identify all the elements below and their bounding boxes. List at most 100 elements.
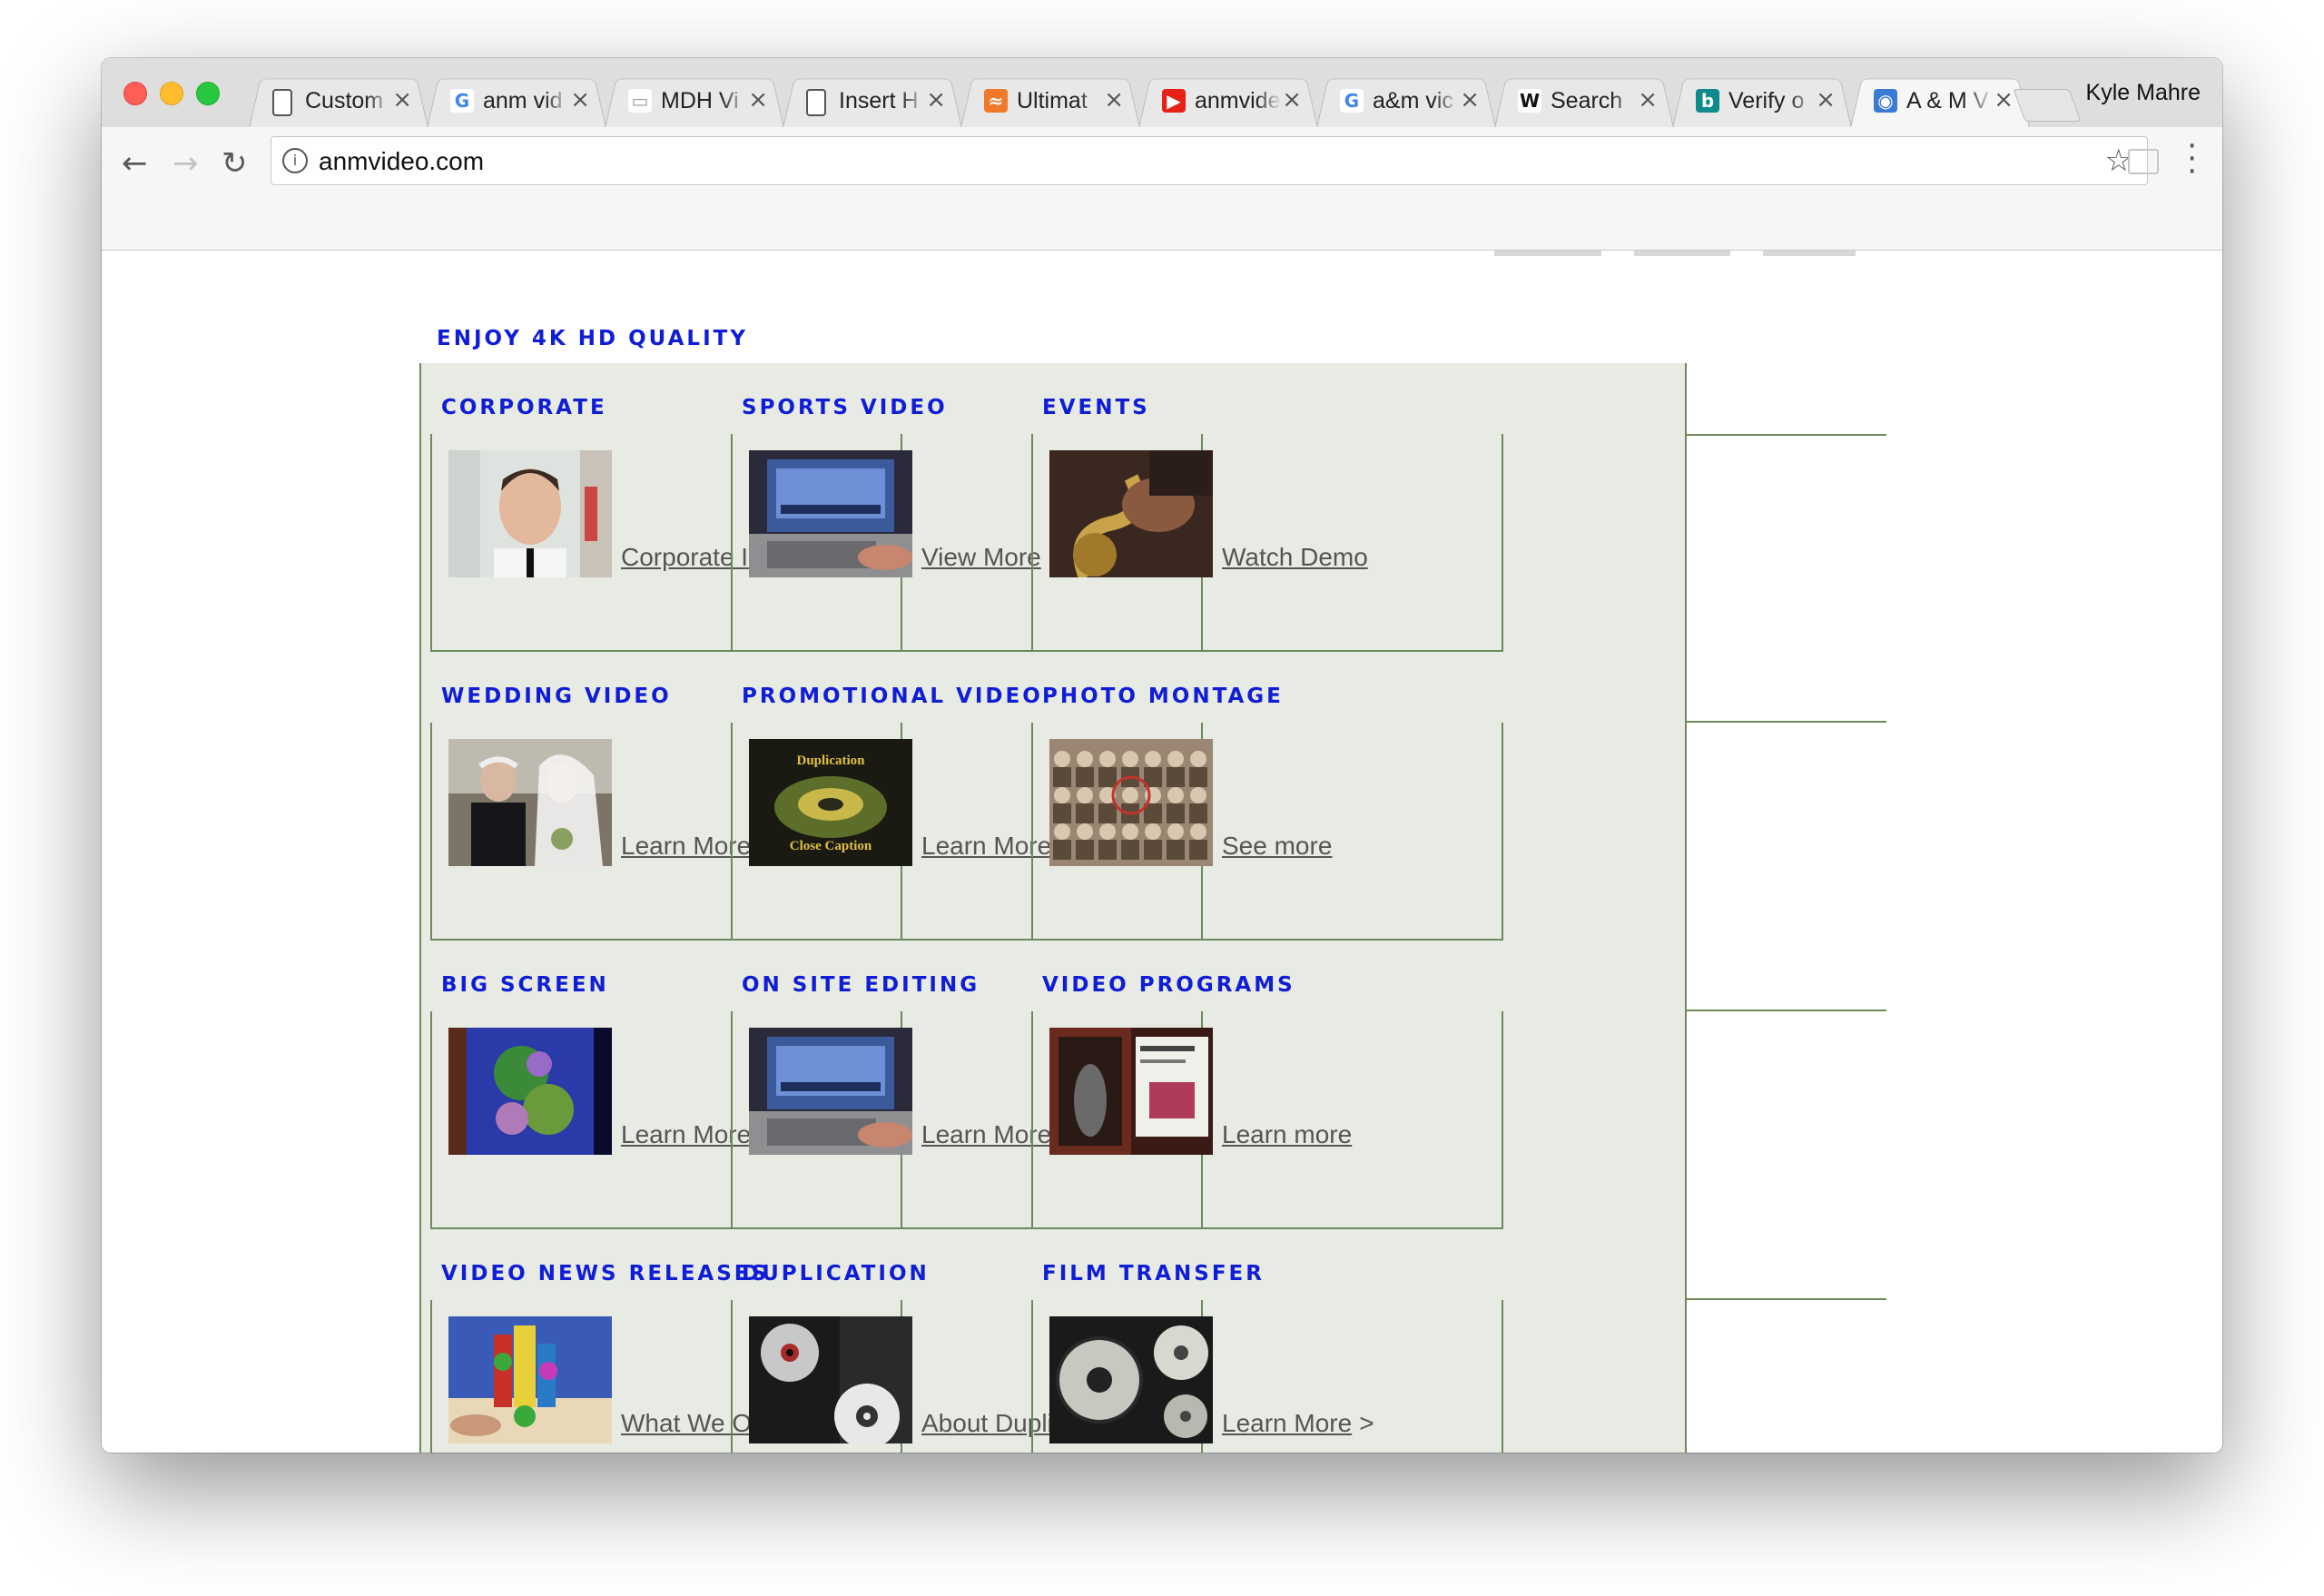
browser-tab[interactable]: W Search × xyxy=(1494,71,1674,128)
tab-close-icon[interactable]: × xyxy=(570,86,590,113)
browser-tab[interactable]: ◉ A & M V × xyxy=(1850,71,2030,128)
service-link-text: See more xyxy=(1222,832,1333,860)
tab-title: Search xyxy=(1551,88,1623,113)
service-link-text: Learn more xyxy=(1222,1120,1353,1148)
service-title: FILM TRANSFER xyxy=(1042,1262,1265,1286)
service-link-text: Learn More xyxy=(1222,1409,1353,1437)
tab-title: a&m vic xyxy=(1373,88,1453,113)
tab-close-icon[interactable]: × xyxy=(1994,86,2014,113)
tab-close-icon[interactable]: × xyxy=(1282,86,1302,113)
doc-icon: ▯ xyxy=(272,89,292,116)
window-minimize-button[interactable] xyxy=(160,82,183,105)
service-link-text: View More xyxy=(921,543,1041,571)
service-title: CORPORATE xyxy=(441,396,607,419)
tab-title: anm vid xyxy=(483,88,563,113)
service-thumbnail[interactable] xyxy=(448,739,612,866)
service-title: PROMOTIONAL VIDEO xyxy=(742,685,1043,708)
service-link[interactable]: See more xyxy=(1222,832,1332,861)
tab-title: MDH Vi xyxy=(661,88,739,113)
extension-icon[interactable] xyxy=(2128,149,2159,174)
url-text: anmvideo.com xyxy=(319,147,485,175)
service-thumbnail[interactable] xyxy=(749,1316,912,1443)
service-thumbnail[interactable] xyxy=(1049,1316,1213,1443)
youtube-icon: ▶ xyxy=(1162,89,1186,113)
browser-tab[interactable]: ▶ anmvide × xyxy=(1138,71,1318,128)
browser-tab[interactable]: b Verify o × xyxy=(1672,71,1852,128)
tab-title: Custom xyxy=(305,88,384,113)
service-title: VIDEO NEWS RELEASES xyxy=(441,1262,770,1286)
google-icon: G xyxy=(1340,89,1364,113)
browser-tab[interactable]: Ganm vid × xyxy=(427,71,606,128)
globe-icon: ◉ xyxy=(1874,89,1897,113)
tab-title: Verify o xyxy=(1728,88,1805,113)
panel-notch xyxy=(1685,1227,1886,1300)
forward-arrow-icon[interactable]: → xyxy=(172,145,199,182)
browser-tab[interactable]: ▯ Insert H × xyxy=(783,71,962,128)
browser-tab[interactable]: Ga&m vic × xyxy=(1316,71,1496,128)
doc-icon: ▯ xyxy=(806,89,826,116)
profile-name[interactable]: Kyle Mahre xyxy=(2086,80,2201,106)
service-card: Watch Demo xyxy=(1031,434,1503,652)
site-info-icon[interactable]: i xyxy=(282,148,308,173)
menu-kebab-icon[interactable]: · · · xyxy=(2187,131,2197,187)
service-link[interactable]: Learn more xyxy=(1222,1120,1352,1149)
service-title: WEDDING VIDEO xyxy=(441,685,672,708)
tab-close-icon[interactable]: × xyxy=(1460,86,1480,113)
window-close-button[interactable] xyxy=(123,82,147,105)
service-thumbnail[interactable] xyxy=(1049,739,1213,866)
tab-title: Insert H xyxy=(839,88,919,113)
back-arrow-icon[interactable]: ← xyxy=(122,145,148,182)
mdh-icon: ▭ xyxy=(628,89,652,113)
browser-tab[interactable]: ≈ Ultimat × xyxy=(960,71,1140,128)
service-link[interactable]: Learn More > xyxy=(1222,1409,1374,1438)
tab-close-icon[interactable]: × xyxy=(1638,86,1658,113)
new-tab-button[interactable] xyxy=(2013,89,2082,122)
web-page: ENJOY 4K HD QUALITY CORPORATE Corporate I… xyxy=(102,251,2222,1453)
service-link-text: Watch Demo xyxy=(1222,543,1368,571)
service-card: Learn More > xyxy=(1031,1300,1503,1453)
wikipedia-icon: W xyxy=(1518,89,1541,113)
service-thumbnail[interactable] xyxy=(448,450,612,577)
tab-close-icon[interactable]: × xyxy=(392,86,412,113)
orange-icon: ≈ xyxy=(984,89,1008,113)
nav-underline xyxy=(1634,251,1730,256)
service-thumbnail[interactable] xyxy=(1049,1028,1213,1155)
panel-notch xyxy=(1685,363,1886,436)
nav-underline xyxy=(1763,251,1856,256)
tab-close-icon[interactable]: × xyxy=(926,86,946,113)
address-bar[interactable]: i anmvideo.com ☆ xyxy=(271,136,2148,185)
window-maximize-button[interactable] xyxy=(196,82,220,105)
service-thumbnail[interactable] xyxy=(1049,450,1213,577)
tab-close-icon[interactable]: × xyxy=(1104,86,1124,113)
browser-tab[interactable]: ▯ Custom × xyxy=(249,71,428,128)
browser-toolbar: ← → ↻ i anmvideo.com ☆ · · · xyxy=(102,127,2222,251)
service-thumbnail[interactable] xyxy=(448,1316,612,1443)
panel-notch xyxy=(1685,650,1886,723)
tab-close-icon[interactable]: × xyxy=(1816,86,1836,113)
tab-close-icon[interactable]: × xyxy=(748,86,768,113)
service-link[interactable]: View More xyxy=(921,543,1041,572)
panel-notch xyxy=(1685,939,1886,1011)
service-thumbnail[interactable]: Duplication Close Caption xyxy=(749,739,912,866)
tab-title: Ultimat xyxy=(1017,88,1088,113)
service-card: See more xyxy=(1031,723,1503,941)
service-thumbnail[interactable] xyxy=(448,1028,612,1155)
tab-strip: ▯ Custom × Ganm vid × ▭ MDH Vi × ▯ Insert H × ≈ Ulti… xyxy=(102,58,2222,128)
chevron-right-icon: > xyxy=(1359,1409,1374,1437)
service-title: SPORTS VIDEO xyxy=(742,396,948,419)
service-title: BIG SCREEN xyxy=(441,973,609,997)
service-thumbnail[interactable] xyxy=(749,450,912,577)
svg-text:Duplication: Duplication xyxy=(796,754,865,768)
nav-underline xyxy=(1494,251,1601,256)
tab-title: A & M V xyxy=(1906,88,1989,113)
bing-icon: b xyxy=(1696,89,1719,113)
reload-icon[interactable]: ↻ xyxy=(222,145,248,182)
service-card: Learn more xyxy=(1031,1011,1503,1229)
quality-tagline: ENJOY 4K HD QUALITY xyxy=(437,327,748,350)
browser-tab[interactable]: ▭ MDH Vi × xyxy=(605,71,784,128)
service-link[interactable]: Watch Demo xyxy=(1222,543,1368,572)
tab-title: anmvide xyxy=(1195,88,1281,113)
service-title: EVENTS xyxy=(1042,396,1150,419)
browser-window: ▯ Custom × Ganm vid × ▭ MDH Vi × ▯ Insert H × ≈ Ulti… xyxy=(102,58,2222,1453)
service-thumbnail[interactable] xyxy=(749,1028,912,1155)
